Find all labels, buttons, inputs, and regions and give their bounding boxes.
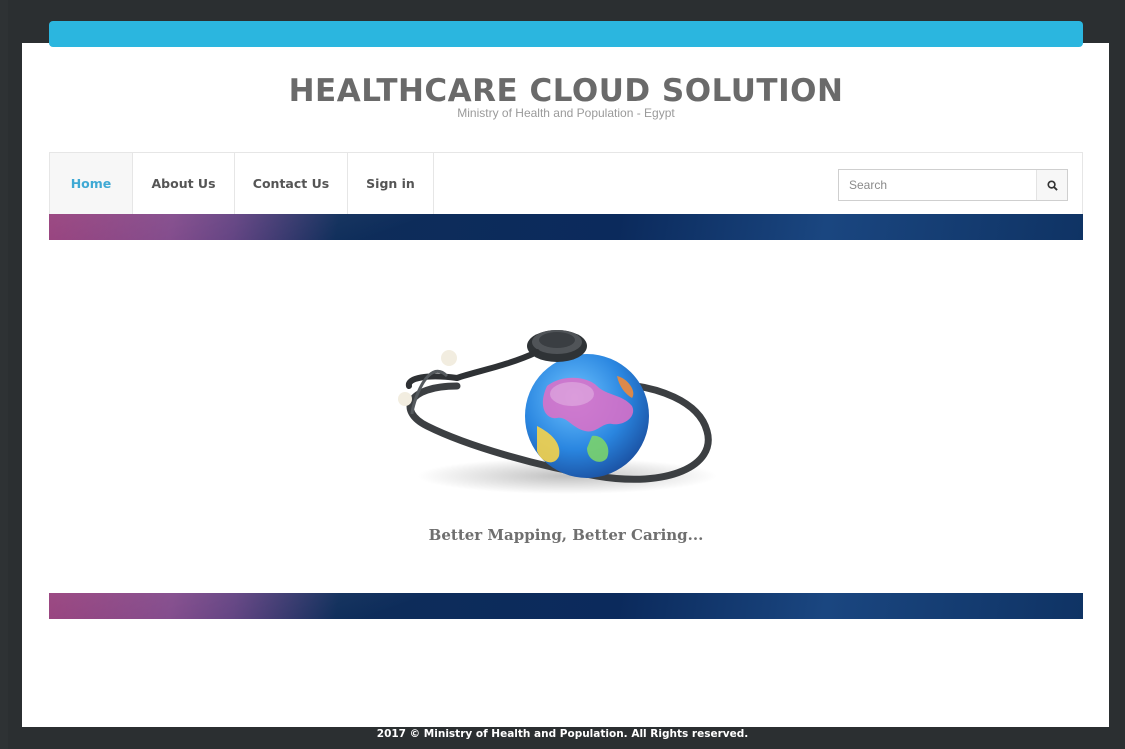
decorative-band-bottom (49, 593, 1083, 619)
window-edge (0, 0, 8, 749)
globe-stethoscope-image (398, 330, 717, 494)
decorative-band-top (49, 214, 1083, 240)
footer-copyright: 2017 © Ministry of Health and Population… (376, 728, 749, 740)
search-button[interactable] (1036, 170, 1067, 200)
hero-section: Better Mapping, Better Caring... (49, 240, 1083, 593)
site-title: HEALTHCARE CLOUD SOLUTION (288, 73, 844, 109)
search-input[interactable] (839, 170, 1035, 200)
search-icon (1046, 179, 1058, 191)
site-subtitle: Ministry of Health and Population - Egyp… (457, 106, 675, 120)
nav-item-sign-in[interactable]: Sign in (348, 153, 434, 215)
top-accent-bar (49, 21, 1083, 47)
site-header: HEALTHCARE CLOUD SOLUTION Ministry of He… (49, 72, 1083, 120)
hero-tagline: Better Mapping, Better Caring... (428, 526, 704, 544)
nav-item-about-us[interactable]: About Us (133, 153, 235, 215)
search-box (838, 169, 1068, 201)
nav-item-contact-us[interactable]: Contact Us (235, 153, 348, 215)
nav-item-home[interactable]: Home (50, 153, 133, 215)
